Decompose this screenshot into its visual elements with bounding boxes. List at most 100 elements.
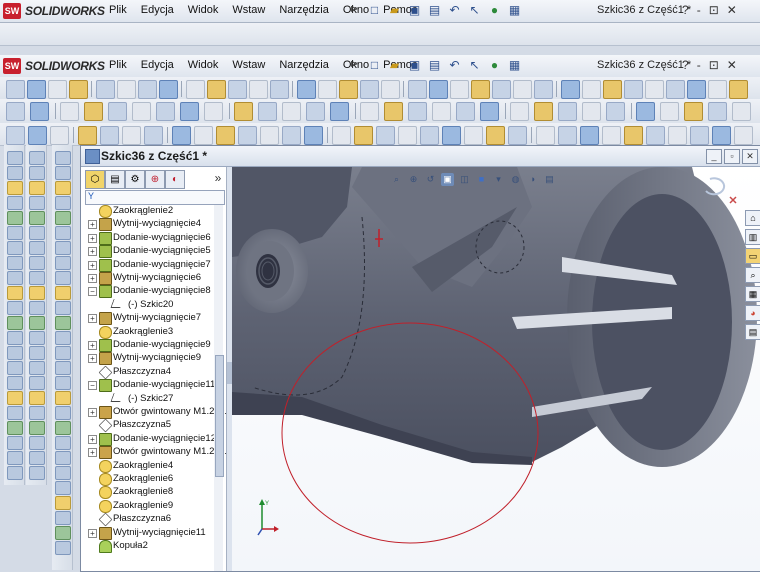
toolbar-button[interactable] <box>332 126 351 145</box>
toolbar-button[interactable] <box>558 102 577 121</box>
tree-item[interactable]: + Dodanie-wyciągnięcie6 <box>82 231 222 245</box>
toolbar-button[interactable] <box>734 126 753 145</box>
toolbar-button[interactable] <box>180 102 199 121</box>
tree-item[interactable]: Zaokrąglenie8 <box>82 486 222 500</box>
toolbar-button[interactable] <box>78 126 97 145</box>
toolbar-button[interactable] <box>30 102 49 121</box>
toolbar-button[interactable] <box>108 102 127 121</box>
menu-insert[interactable]: Wstaw <box>225 4 272 16</box>
tree-item[interactable]: (-) Szkic27 <box>82 392 222 406</box>
toolbar-button[interactable] <box>249 80 268 99</box>
close-icon[interactable]: ✕ <box>727 58 737 72</box>
toolbar-button[interactable] <box>156 102 175 121</box>
view-orientation-icon[interactable]: ◫ <box>458 173 471 186</box>
vertical-toolbar-button[interactable] <box>55 511 71 525</box>
toolbar-button[interactable] <box>339 80 358 99</box>
expand-icon[interactable]: + <box>88 434 97 444</box>
toolbar-button[interactable] <box>238 126 257 145</box>
tree-item[interactable]: Zaokrąglenie4 <box>82 459 222 473</box>
property-manager-tab-icon[interactable]: ▤ <box>105 170 125 189</box>
file-explorer-icon[interactable]: ▭ <box>745 248 760 264</box>
toolbar-button[interactable] <box>513 80 532 99</box>
toolbar-button[interactable] <box>636 102 655 121</box>
collapse-icon[interactable]: − <box>88 381 97 391</box>
vertical-toolbar-button[interactable] <box>29 316 45 330</box>
apply-scene-icon[interactable]: ◑ <box>526 173 539 186</box>
menu-file[interactable]: Plik <box>102 4 134 16</box>
toolbar-button[interactable] <box>306 102 325 121</box>
vertical-toolbar-button[interactable] <box>29 196 45 210</box>
toolbar-button[interactable] <box>646 126 665 145</box>
toolbar-button[interactable] <box>508 126 527 145</box>
menu-pin-icon[interactable]: ⊳ <box>350 59 358 70</box>
vertical-toolbar-button[interactable] <box>29 226 45 240</box>
toolbar-button[interactable] <box>6 102 25 121</box>
open-icon[interactable]: ▰ <box>386 57 403 74</box>
toolbar-button[interactable] <box>486 126 505 145</box>
toolbar-button[interactable] <box>712 126 731 145</box>
display-manager-tab-icon[interactable]: ◐ <box>165 170 185 189</box>
toolbar-button[interactable] <box>122 126 141 145</box>
toolbar-button[interactable] <box>510 102 529 121</box>
toolbar-button[interactable] <box>687 80 706 99</box>
vertical-toolbar-button[interactable] <box>29 256 45 270</box>
minimize-icon[interactable]: - <box>697 58 701 72</box>
toolbar-button[interactable] <box>668 126 687 145</box>
solidworks-logo[interactable]: SW SOLIDWORKS <box>3 3 105 19</box>
toolbar-button[interactable] <box>6 126 25 145</box>
toolbar-button[interactable] <box>194 126 213 145</box>
solidworks-logo[interactable]: SW SOLIDWORKS <box>3 58 105 74</box>
toolbar-button[interactable] <box>464 126 483 145</box>
tree-item[interactable]: + Dodanie-wyciągnięcie9 <box>82 339 222 352</box>
tree-item[interactable]: + Dodanie-wyciągnięcie5 <box>82 245 222 259</box>
vertical-toolbar-button[interactable] <box>7 436 23 450</box>
menu-view[interactable]: Widok <box>181 4 226 16</box>
vertical-toolbar-button[interactable] <box>7 286 23 300</box>
view-palette-icon[interactable]: ▦ <box>745 286 760 302</box>
expand-icon[interactable]: + <box>88 528 97 538</box>
vertical-toolbar-button[interactable] <box>55 361 71 375</box>
toolbar-button[interactable] <box>408 80 427 99</box>
select-icon[interactable]: ↖ <box>466 57 483 74</box>
toolbar-button[interactable] <box>420 126 439 145</box>
menu-pin-icon[interactable]: ⊳ <box>350 4 358 15</box>
expand-icon[interactable]: + <box>88 247 97 257</box>
expand-icon[interactable]: + <box>88 220 97 230</box>
tree-item[interactable]: + Otwór gwintowany M1.2x0. <box>82 406 226 419</box>
tree-item[interactable]: + Wytnij-wyciągnięcie4 <box>82 218 222 232</box>
display-style-icon[interactable]: ■ <box>475 173 488 186</box>
appearances-icon[interactable]: ◕ <box>745 305 760 321</box>
rebuild-icon[interactable]: ● <box>486 57 503 74</box>
zoom-area-icon[interactable]: ⊕ <box>407 173 420 186</box>
toolbar-button[interactable] <box>534 102 553 121</box>
toolbar-button[interactable] <box>536 126 555 145</box>
toolbar-button[interactable] <box>60 102 79 121</box>
new-file-icon[interactable]: □ <box>366 57 383 74</box>
vertical-toolbar-button[interactable] <box>55 151 71 165</box>
toolbar-button[interactable] <box>376 126 395 145</box>
vertical-toolbar-button[interactable] <box>55 211 71 225</box>
expand-icon[interactable]: + <box>88 314 97 324</box>
toolbar-button[interactable] <box>602 126 621 145</box>
previous-view-icon[interactable]: ↺ <box>424 173 437 186</box>
window-close-button[interactable]: ✕ <box>742 149 758 164</box>
toolbar-button[interactable] <box>50 126 69 145</box>
expand-icon[interactable]: + <box>88 341 97 350</box>
vertical-toolbar-button[interactable] <box>29 361 45 375</box>
help-icon[interactable]: ? <box>682 58 689 72</box>
rebuild-icon[interactable]: ● <box>486 2 503 19</box>
section-view-icon[interactable]: ▣ <box>441 173 454 186</box>
toolbar-button[interactable] <box>471 80 490 99</box>
vertical-toolbar-button[interactable] <box>29 346 45 360</box>
toolbar-button[interactable] <box>561 80 580 99</box>
toolbar-button[interactable] <box>492 80 511 99</box>
menu-tools[interactable]: Narzędzia <box>272 4 336 16</box>
toolbar-button[interactable] <box>172 126 191 145</box>
toolbar-button[interactable] <box>381 80 400 99</box>
custom-properties-icon[interactable]: ▤ <box>745 324 760 340</box>
toolbar-button[interactable] <box>258 102 277 121</box>
save-icon[interactable]: ▣ <box>406 2 423 19</box>
vertical-toolbar-button[interactable] <box>29 151 45 165</box>
toolbar-button[interactable] <box>138 80 157 99</box>
expand-icon[interactable]: + <box>88 408 97 417</box>
